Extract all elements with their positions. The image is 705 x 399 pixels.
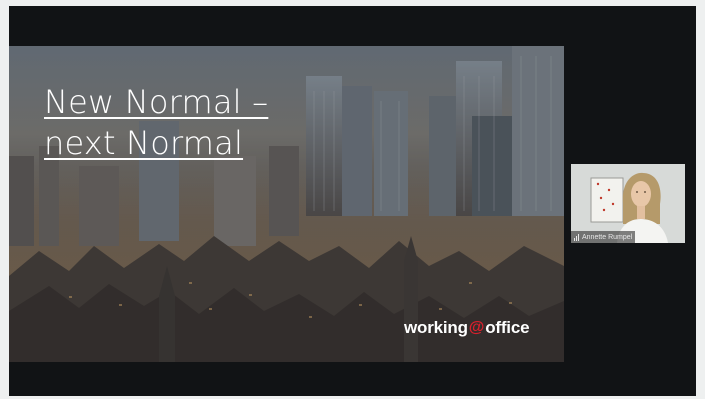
shared-presentation-slide[interactable]: New Normal – next Normal working @ offic… xyxy=(9,46,564,362)
participant-name: Annette Rumpel xyxy=(582,233,633,241)
logo-text-left: working xyxy=(404,318,468,337)
signal-bars-icon xyxy=(574,233,579,241)
participant-name-label: Annette Rumpel xyxy=(571,231,636,243)
slide-title-line-1: New Normal – xyxy=(44,83,269,121)
participant-video-tile[interactable]: Annette Rumpel xyxy=(571,164,685,243)
logo-at-symbol: @ xyxy=(468,319,485,336)
slide-title-line-2: next Normal xyxy=(44,124,244,162)
logo-text-right: office xyxy=(485,318,530,337)
meeting-stage: New Normal – next Normal working @ offic… xyxy=(9,6,696,396)
working-office-logo: working @ office xyxy=(404,318,530,338)
slide-title: New Normal – next Normal xyxy=(44,82,268,164)
